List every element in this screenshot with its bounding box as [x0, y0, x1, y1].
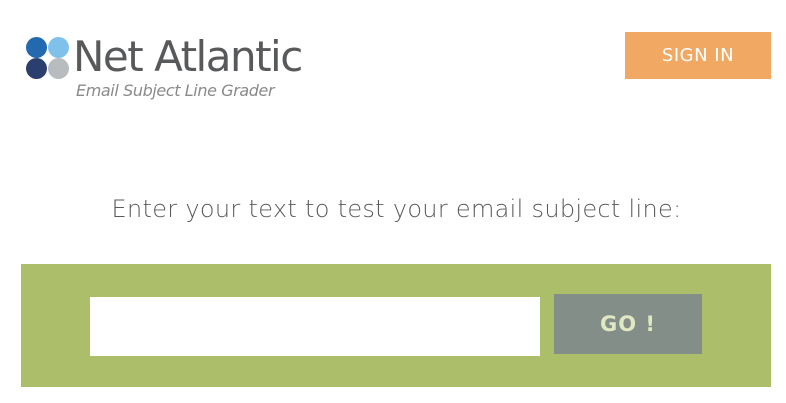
- logo-dot-bottom-left: [26, 58, 47, 79]
- sign-in-button[interactable]: SIGN IN: [625, 32, 771, 79]
- subject-line-input[interactable]: [90, 297, 540, 356]
- logo-dots-icon: [25, 36, 71, 80]
- go-button[interactable]: GO !: [554, 294, 702, 354]
- prompt-heading: Enter your text to test your email subje…: [111, 195, 682, 223]
- subject-form-band: GO !: [21, 264, 771, 387]
- net-atlantic-logo[interactable]: Net Atlantic Email Subject Line Grader: [25, 32, 325, 102]
- logo-dot-bottom-right: [48, 58, 69, 79]
- logo-dot-top-left: [26, 37, 47, 58]
- logo-tagline: Email Subject Line Grader: [76, 81, 275, 100]
- logo-name: Net Atlantic: [73, 32, 303, 81]
- logo-dot-top-right: [48, 37, 69, 58]
